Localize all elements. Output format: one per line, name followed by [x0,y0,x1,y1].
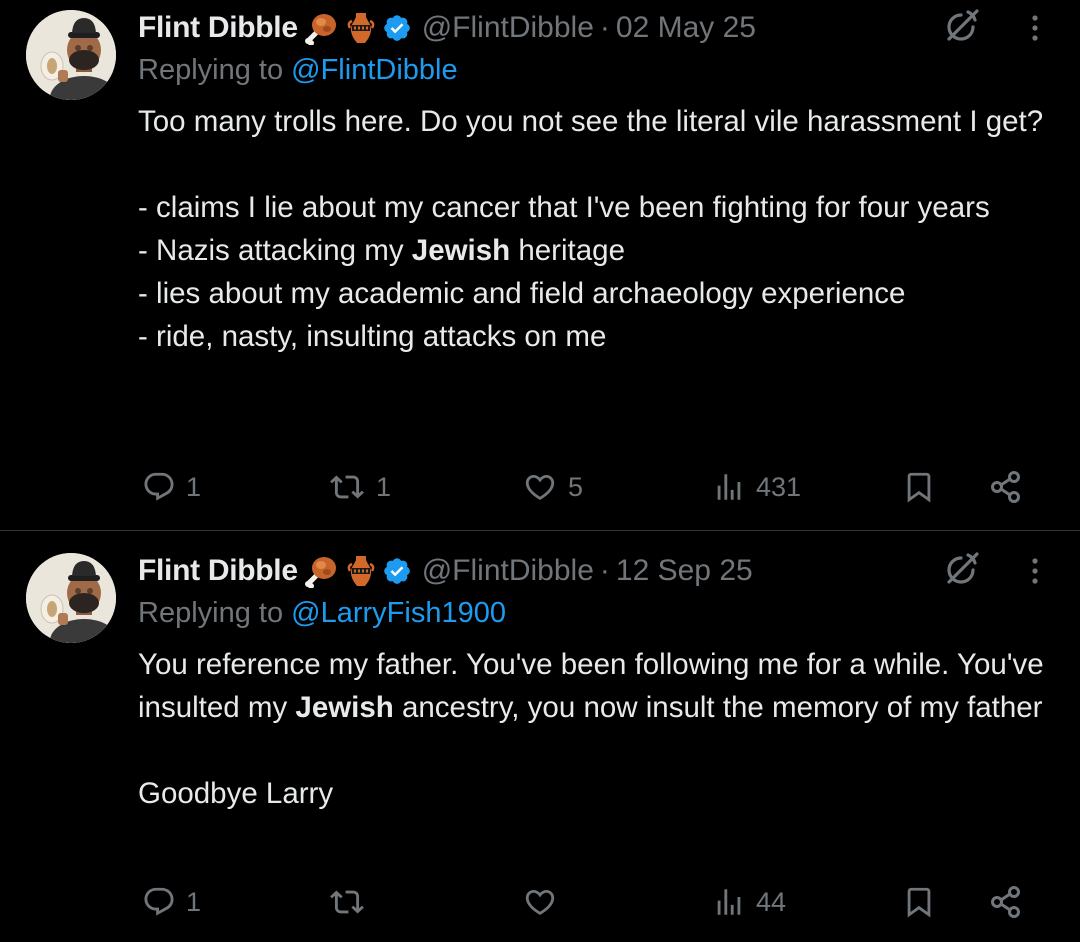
amphora-emoji [344,11,378,45]
poultry-leg-emoji [304,11,338,46]
repost-icon [328,885,366,919]
views-icon [712,470,746,504]
tweet-text: Too many trolls here. Do you not see the… [138,100,1063,358]
tweet-header: Flint Dibble [138,8,756,48]
share-icon [988,469,1024,505]
replying-mention[interactable]: @LarryFish1900 [291,597,506,629]
like-count: 5 [568,471,584,502]
separator-dot: · [599,11,610,44]
reply-button[interactable]: 1 [142,462,201,512]
views-button[interactable]: 44 [712,877,786,927]
replying-to: Replying to @FlintDibble [138,54,458,87]
reply-count: 1 [186,471,202,502]
share-button[interactable] [988,877,1024,927]
tweet-text-line: - lies about my academic and field archa… [138,277,906,310]
separator-dot: · [599,554,610,587]
more-options-icon[interactable] [1026,8,1044,48]
like-button[interactable] [522,877,568,927]
repost-button[interactable] [328,877,376,927]
view-count: 431 [756,471,802,502]
replying-mention[interactable]: @FlintDibble [291,54,457,86]
grok-icon[interactable] [940,549,982,591]
tweet-date[interactable]: 02 May 25 [616,11,756,45]
tweet[interactable]: Flint Dibble [0,531,1080,942]
tweet-header: Flint Dibble [138,551,753,591]
tweet-text-line: - claims I lie about my cancer that I've… [138,191,990,224]
avatar[interactable] [26,553,116,643]
repost-count: 1 [376,471,392,502]
bookmark-button[interactable] [902,462,936,512]
tweet-text: You reference my father. You've been fol… [138,643,1063,815]
like-button[interactable]: 5 [522,462,583,512]
poultry-leg-emoji [304,554,338,589]
bold-text: Jewish [295,691,394,724]
reply-button[interactable]: 1 [142,877,201,927]
verified-badge-icon[interactable] [382,13,412,43]
tweet-text-line: You reference my father. You've been fol… [138,648,1044,724]
author-name[interactable]: Flint Dibble [138,11,298,45]
repost-icon [328,470,366,504]
more-options-icon[interactable] [1026,551,1044,591]
like-icon [522,470,558,504]
verified-badge-icon[interactable] [382,556,412,586]
grok-icon[interactable] [940,6,982,48]
like-icon [522,885,558,919]
replying-prefix: Replying to [138,597,284,629]
tweet-date[interactable]: 12 Sep 25 [616,554,753,588]
tweet-text-line: Goodbye Larry [138,777,334,810]
replying-to: Replying to @LarryFish1900 [138,597,506,630]
author-handle[interactable]: @FlintDibble [422,554,594,588]
bold-text: Jewish [411,234,511,267]
action-bar: 1 1 5 431 [0,462,1080,512]
view-count: 44 [756,886,787,917]
tweet-text-line: Too many trolls here. Do you not see the… [138,105,1044,138]
bookmark-button[interactable] [902,877,936,927]
bookmark-icon [902,469,936,505]
author-name[interactable]: Flint Dibble [138,554,298,588]
views-icon [712,885,746,919]
bookmark-icon [902,884,936,920]
author-handle[interactable]: @FlintDibble [422,11,594,45]
tweet[interactable]: Flint Dibble [0,0,1080,530]
amphora-emoji [344,554,378,588]
views-button[interactable]: 431 [712,462,801,512]
avatar[interactable] [26,10,116,100]
share-button[interactable] [988,462,1024,512]
share-icon [988,884,1024,920]
tweet-text-line: - ride, nasty, insulting attacks on me [138,320,607,353]
reply-icon [142,885,176,919]
action-bar: 1 44 [0,877,1080,927]
reply-icon [142,470,176,504]
reply-count: 1 [186,886,202,917]
repost-button[interactable]: 1 [328,462,391,512]
tweet-text-line: - Nazis attacking my Jewish heritage [138,234,625,267]
replying-prefix: Replying to [138,54,284,86]
